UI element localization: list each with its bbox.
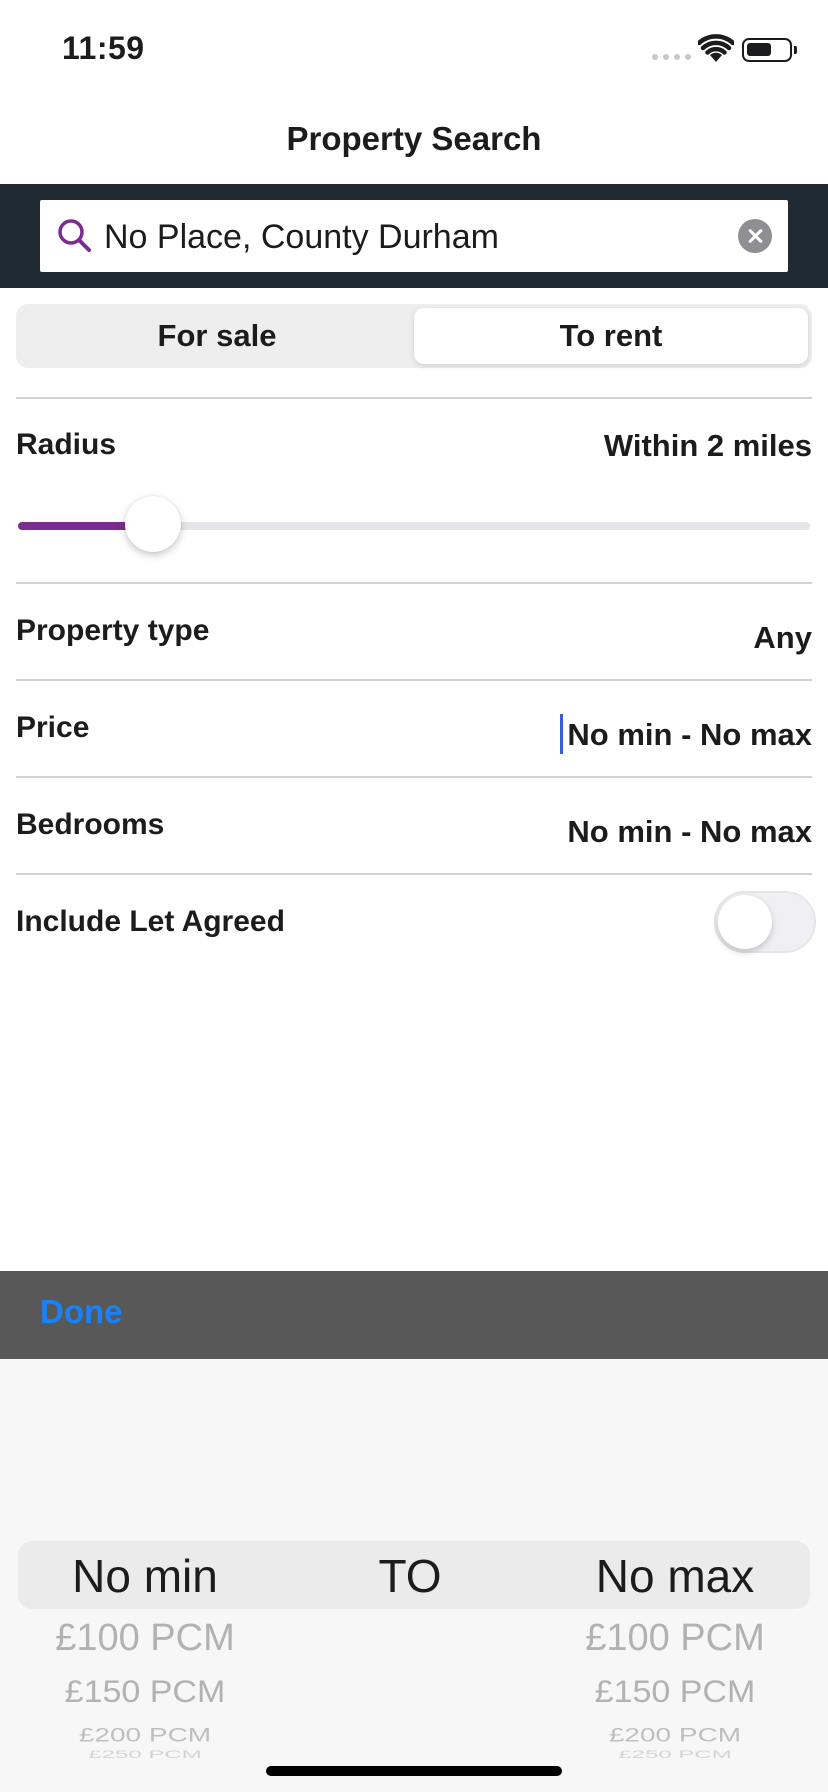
listing-type-segmented-control: For sale To rent [16,304,812,368]
radius-slider-thumb[interactable] [124,496,181,552]
search-bar: No Place, County Durham [0,184,828,288]
segment-to-rent[interactable]: To rent [414,308,808,364]
divider [16,776,812,778]
property-type-label: Property type [16,614,210,647]
battery-icon [742,38,797,62]
bedrooms-label: Bedrooms [16,808,165,841]
search-value: No Place, County Durham [104,218,499,256]
cellular-signal-icon [652,54,691,60]
divider [16,873,812,875]
page-title: Property Search [286,120,542,157]
clear-search-icon[interactable] [738,219,772,253]
radius-value: Within 2 miles [603,428,812,463]
text-cursor [560,714,563,754]
radius-label: Radius [16,428,117,461]
picker-separator: TO [378,1550,442,1602]
divider [16,679,812,681]
status-bar: 11:59 [0,0,828,100]
price-picker: No min £100 PCM £150 PCM £200 PCM £250 P… [0,1359,828,1792]
include-let-agreed-toggle[interactable] [714,891,816,953]
max-price-option[interactable]: £100 PCM [560,1617,790,1660]
price-value: No min - No max [567,717,812,752]
max-price-wheel[interactable]: No max £100 PCM £150 PCM £200 PCM £250 P… [560,1359,790,1792]
include-let-agreed-label: Include Let Agreed [16,905,285,938]
max-price-option[interactable]: £200 PCM [560,1724,790,1746]
search-icon [58,219,91,252]
min-price-option[interactable]: £200 PCM [30,1724,260,1746]
wifi-icon [698,34,734,62]
picker-toolbar: Done [0,1271,828,1359]
home-indicator[interactable] [266,1766,562,1776]
picker-separator-column: TO [310,1359,510,1792]
min-price-selected: No min [72,1550,218,1602]
segment-for-sale[interactable]: For sale [20,308,414,364]
max-price-option[interactable]: £250 PCM [560,1749,790,1762]
price-label: Price [16,711,90,744]
max-price-option[interactable]: £150 PCM [560,1675,790,1711]
status-time: 11:59 [62,30,145,66]
min-price-wheel[interactable]: No min £100 PCM £150 PCM £200 PCM £250 P… [30,1359,260,1792]
done-button[interactable]: Done [40,1293,123,1331]
property-type-value: Any [753,620,812,655]
divider [16,582,812,584]
bedrooms-value: No min - No max [567,814,812,849]
divider [16,397,812,399]
min-price-option[interactable]: £100 PCM [30,1617,260,1660]
search-input[interactable]: No Place, County Durham [40,200,788,272]
toggle-knob [718,895,772,949]
min-price-option[interactable]: £250 PCM [30,1749,260,1762]
max-price-selected: No max [595,1550,755,1602]
min-price-option[interactable]: £150 PCM [30,1675,260,1711]
